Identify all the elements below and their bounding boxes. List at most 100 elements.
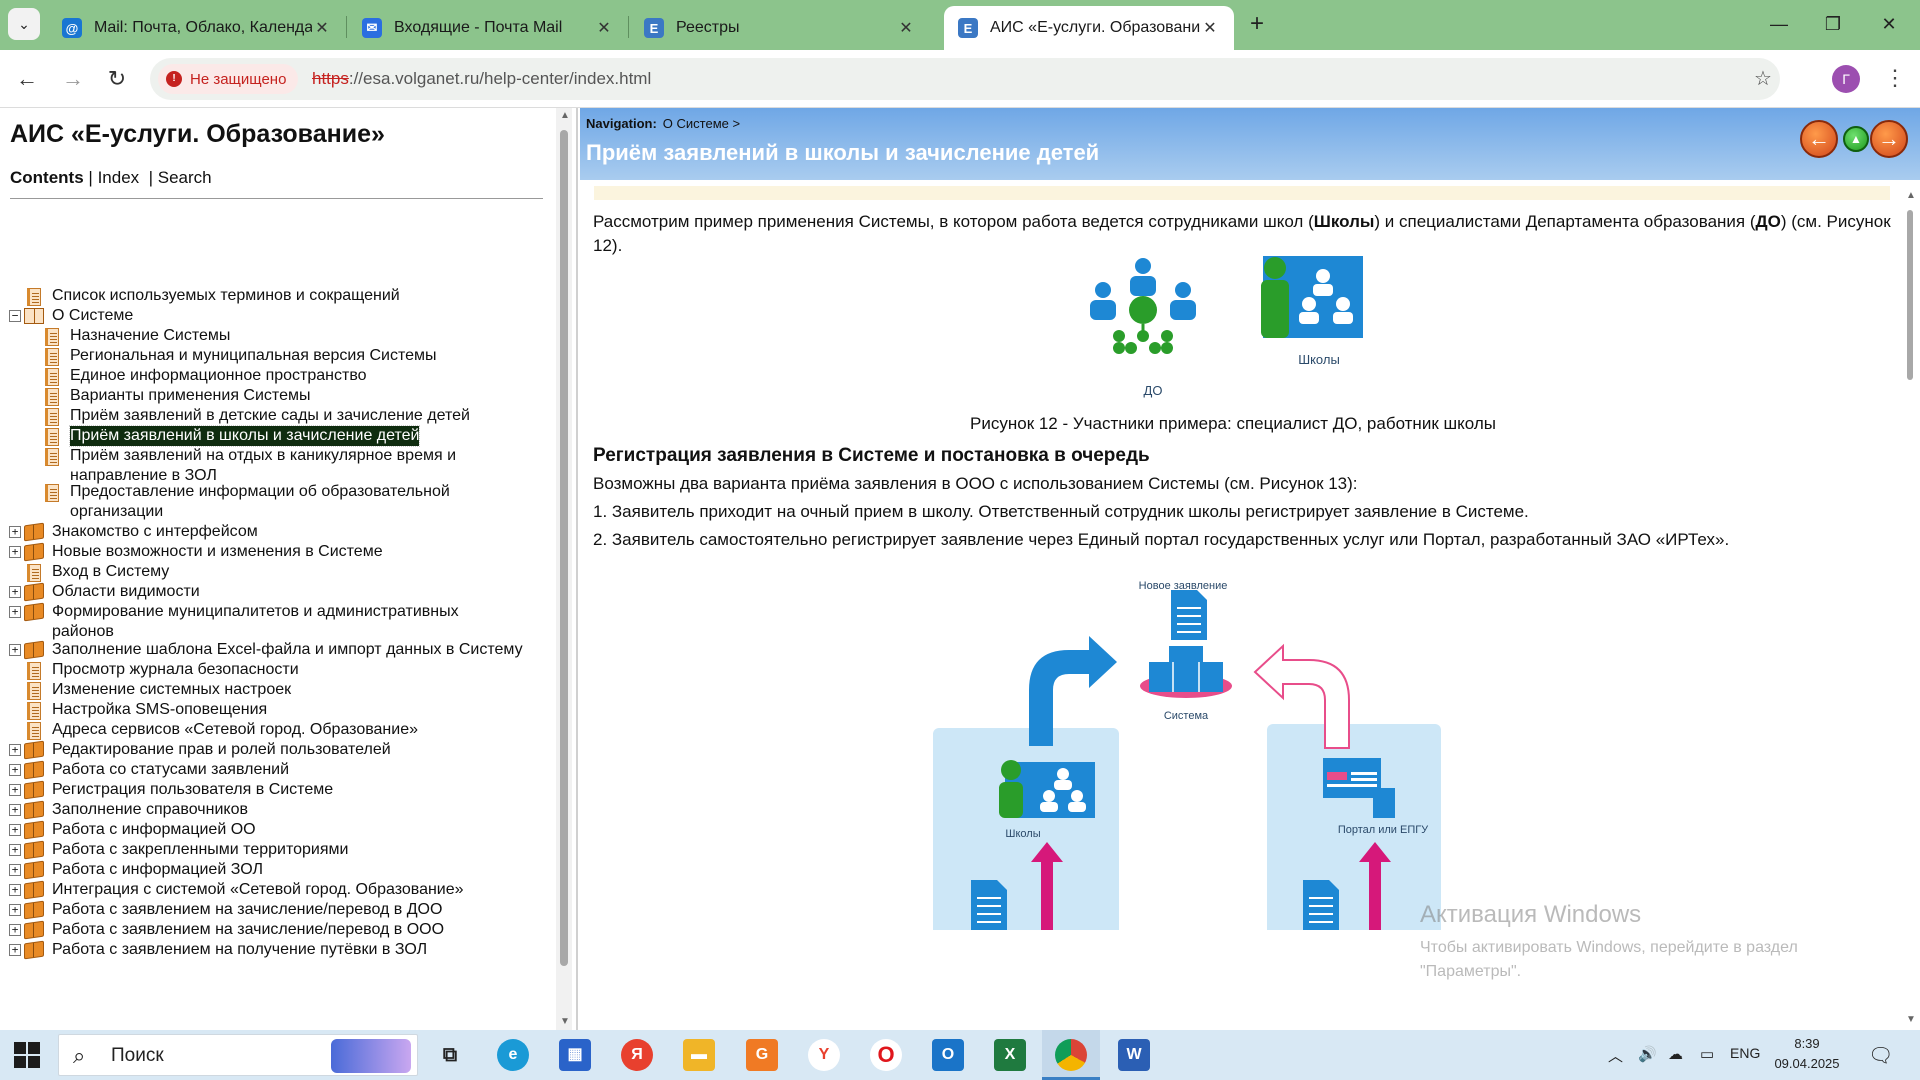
toc-item[interactable]: Знакомство с интерфейсом: [52, 522, 552, 542]
tree-toggle-icon[interactable]: +: [9, 904, 21, 916]
bookmark-star-icon[interactable]: ☆: [1754, 66, 1772, 91]
toc-item[interactable]: Адреса сервисов «Сетевой город. Образова…: [52, 720, 552, 740]
back-button[interactable]: ←: [10, 62, 44, 96]
tree-toggle-icon[interactable]: +: [9, 844, 21, 856]
breadcrumb-link[interactable]: О Системе >: [663, 116, 740, 131]
excel-icon[interactable]: X: [994, 1039, 1026, 1071]
toc-item[interactable]: Регистрация пользователя в Системе: [52, 780, 552, 800]
tab-registries[interactable]: E Реестры ✕: [630, 6, 930, 50]
tree-toggle-icon[interactable]: +: [9, 526, 21, 538]
toc-item[interactable]: Единое информационное пространство: [70, 366, 552, 386]
reload-button[interactable]: ↻: [100, 62, 134, 96]
toc-item[interactable]: Заполнение шаблона Excel-файла и импорт …: [52, 640, 552, 660]
minimize-button[interactable]: —: [1754, 8, 1804, 40]
tab-ais-active[interactable]: E АИС «Е-услуги. Образование» ✕: [944, 6, 1234, 50]
toc-item[interactable]: Предоставление информации об образовател…: [70, 482, 482, 522]
toc-item[interactable]: Интеграция с системой «Сетевой город. Об…: [52, 880, 552, 900]
scroll-up-icon[interactable]: ▲: [1906, 190, 1916, 201]
tree-toggle-icon[interactable]: +: [9, 944, 21, 956]
tree-toggle-icon[interactable]: +: [9, 744, 21, 756]
tree-toggle-icon[interactable]: +: [9, 824, 21, 836]
tab-mail-inbox[interactable]: ✉ Входящие - Почта Mail ✕: [348, 6, 628, 50]
toc-item[interactable]: Работа со статусами заявлений: [52, 760, 552, 780]
contents-link[interactable]: Contents: [10, 168, 84, 187]
toc-item[interactable]: Области видимости: [52, 582, 552, 602]
toc-item[interactable]: О Системе: [52, 306, 552, 326]
close-tab-icon[interactable]: ✕: [594, 18, 614, 38]
tab-mail-cloud[interactable]: @ Mail: Почта, Облако, Календарь ✕: [48, 6, 346, 50]
tree-toggle-icon[interactable]: +: [9, 546, 21, 558]
tree-toggle-icon[interactable]: +: [9, 586, 21, 598]
yandex-browser-icon[interactable]: Y: [808, 1039, 840, 1071]
toc-scrollbar[interactable]: ▲ ▼: [556, 108, 572, 1030]
toc-item[interactable]: Приём заявлений в детские сады и зачисле…: [70, 406, 552, 426]
tree-toggle-icon[interactable]: +: [9, 804, 21, 816]
new-tab-button[interactable]: +: [1242, 10, 1272, 40]
onedrive-icon[interactable]: ☁: [1668, 1045, 1683, 1063]
index-link[interactable]: Index: [98, 168, 140, 187]
profile-avatar[interactable]: Г: [1832, 65, 1860, 93]
toc-item[interactable]: Работа с информацией ОО: [52, 820, 552, 840]
store-icon[interactable]: ▦: [559, 1039, 591, 1071]
toc-item[interactable]: Назначение Системы: [70, 326, 552, 346]
close-tab-icon[interactable]: ✕: [896, 18, 916, 38]
network-icon[interactable]: ▭: [1700, 1045, 1714, 1063]
scroll-down-icon[interactable]: ▼: [560, 1016, 570, 1027]
close-tab-icon[interactable]: ✕: [312, 18, 332, 38]
tree-toggle-icon[interactable]: +: [9, 784, 21, 796]
tree-toggle-icon[interactable]: +: [9, 884, 21, 896]
clock[interactable]: 8:39 09.04.2025: [1760, 1034, 1854, 1074]
outlook-icon[interactable]: O: [932, 1039, 964, 1071]
start-button[interactable]: [14, 1042, 40, 1068]
toc-item[interactable]: Региональная и муниципальная версия Сист…: [70, 346, 552, 366]
close-tab-icon[interactable]: ✕: [1200, 18, 1220, 38]
toc-item[interactable]: Приём заявлений в школы и зачисление дет…: [68, 425, 552, 447]
toc-scroll-thumb[interactable]: [560, 130, 568, 966]
task-view-icon[interactable]: ⧉: [434, 1039, 466, 1071]
tree-toggle-icon[interactable]: +: [9, 864, 21, 876]
toc-item[interactable]: Изменение системных настроек: [52, 680, 552, 700]
browser-menu-icon[interactable]: ⋮: [1884, 64, 1906, 92]
notifications-icon[interactable]: 🗨: [1868, 1043, 1893, 1068]
forward-button[interactable]: →: [56, 62, 90, 96]
edge-icon[interactable]: e: [497, 1039, 529, 1071]
word-icon[interactable]: W: [1118, 1039, 1150, 1071]
toc-item[interactable]: Формирование муниципалитетов и администр…: [52, 602, 482, 642]
opera-icon[interactable]: O: [870, 1039, 902, 1071]
home-topic-button[interactable]: ▲: [1843, 126, 1869, 152]
security-chip[interactable]: ! Не защищено: [158, 64, 299, 94]
restore-button[interactable]: ❐: [1808, 8, 1858, 40]
file-explorer-icon[interactable]: ▬: [683, 1039, 715, 1071]
pdf-reader-icon[interactable]: G: [746, 1039, 778, 1071]
url-text[interactable]: https://esa.volganet.ru/help-center/inde…: [312, 69, 651, 89]
toc-item[interactable]: Работа с заявлением на зачисление/перево…: [52, 920, 552, 940]
toc-item[interactable]: Работа с закрепленными территориями: [52, 840, 552, 860]
chrome-icon[interactable]: [1055, 1039, 1087, 1071]
yandex-icon[interactable]: Я: [621, 1039, 653, 1071]
toc-item[interactable]: Варианты применения Системы: [70, 386, 552, 406]
search-link[interactable]: Search: [158, 168, 212, 187]
toc-item[interactable]: Вход в Систему: [52, 562, 552, 582]
previous-topic-button[interactable]: ←: [1800, 120, 1838, 158]
volume-icon[interactable]: 🔊: [1638, 1045, 1657, 1063]
tree-toggle-icon[interactable]: +: [9, 924, 21, 936]
tree-toggle-icon[interactable]: +: [9, 644, 21, 656]
toc-item[interactable]: Заполнение справочников: [52, 800, 552, 820]
language-indicator[interactable]: ENG: [1730, 1045, 1760, 1061]
toc-item[interactable]: Просмотр журнала безопасности: [52, 660, 552, 680]
tray-overflow-icon[interactable]: ︿: [1608, 1045, 1623, 1066]
content-scroll-thumb[interactable]: [1907, 210, 1913, 380]
toc-item[interactable]: Работа с информацией ЗОЛ: [52, 860, 552, 880]
tab-search-button[interactable]: ⌄: [8, 8, 40, 40]
toc-item[interactable]: Новые возможности и изменения в Системе: [52, 542, 552, 562]
toc-item[interactable]: Настройка SMS-оповещения: [52, 700, 552, 720]
next-topic-button[interactable]: →: [1870, 120, 1908, 158]
taskbar-search[interactable]: ⌕ Поиск: [58, 1034, 418, 1076]
toc-item[interactable]: Список используемых терминов и сокращени…: [52, 286, 552, 306]
toc-item[interactable]: Работа с заявлением на получение путёвки…: [52, 940, 552, 960]
content-scrollbar[interactable]: ▲ ▼: [1902, 188, 1918, 1030]
close-window-button[interactable]: ✕: [1864, 8, 1914, 40]
toc-item[interactable]: Редактирование прав и ролей пользователе…: [52, 740, 552, 760]
tree-toggle-icon[interactable]: +: [9, 606, 21, 618]
toc-item[interactable]: Работа с заявлением на зачисление/перево…: [52, 900, 552, 920]
